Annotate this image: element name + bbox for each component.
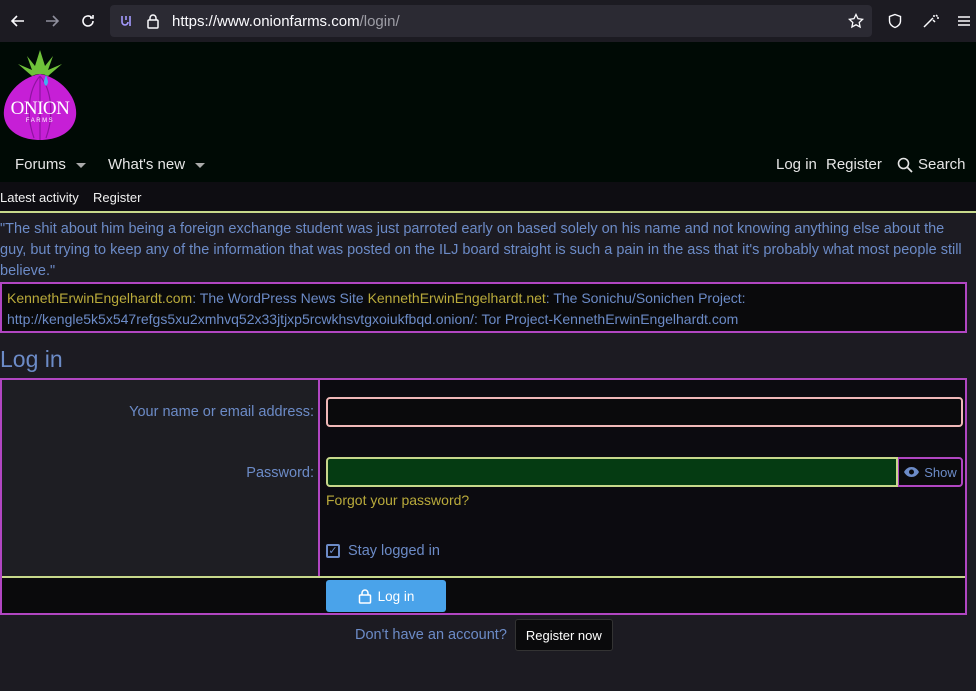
shield-icon bbox=[888, 13, 902, 29]
onion-logo-icon bbox=[3, 50, 77, 140]
logo-text-onion: ONION bbox=[10, 98, 70, 119]
main-navigation: Forums What's new Log in Register Search bbox=[0, 150, 976, 182]
sub-navigation: Latest activity Register bbox=[0, 182, 976, 213]
login-button[interactable]: Log in bbox=[326, 580, 446, 612]
magic-wand-icon bbox=[923, 14, 939, 28]
stay-logged-in[interactable]: ✓ Stay logged in bbox=[326, 543, 440, 559]
notice-link-net[interactable]: KennethErwinEngelhardt.net bbox=[368, 290, 546, 306]
register-prompt-text: Don't have an account? bbox=[355, 627, 507, 643]
form-label-column: Your name or email address: Password: bbox=[2, 380, 320, 576]
nav-forums[interactable]: Forums bbox=[15, 156, 86, 173]
forgot-password-link[interactable]: Forgot your password? bbox=[326, 492, 469, 508]
shield-button[interactable] bbox=[887, 0, 903, 42]
register-now-button[interactable]: Register now bbox=[514, 619, 613, 651]
menu-button[interactable] bbox=[957, 0, 971, 42]
chevron-down-icon[interactable] bbox=[195, 162, 206, 168]
login-form: Your name or email address: Password: Sh… bbox=[0, 378, 967, 615]
bookmark-star-icon[interactable] bbox=[848, 13, 864, 29]
nav-search-label: Search bbox=[918, 156, 966, 173]
forward-button[interactable] bbox=[34, 3, 70, 39]
show-password-button[interactable]: Show bbox=[898, 457, 963, 487]
url-text[interactable]: https://www.onionfarms.com/login/ bbox=[172, 13, 400, 30]
stay-logged-in-checkbox[interactable]: ✓ bbox=[326, 544, 340, 558]
address-bar[interactable]: https://www.onionfarms.com/login/ bbox=[110, 5, 872, 37]
search-icon bbox=[897, 157, 913, 173]
form-submit-row: Log in bbox=[2, 576, 965, 613]
nav-whats-new-label: What's new bbox=[108, 156, 186, 173]
notice-text: : The WordPress News Site bbox=[192, 290, 368, 306]
show-password-label: Show bbox=[924, 464, 957, 480]
back-button[interactable] bbox=[0, 3, 36, 39]
hamburger-menu-icon bbox=[958, 16, 970, 26]
logo-text-farms: FARMS bbox=[25, 118, 55, 124]
site-notice: KennethErwinEngelhardt.com: The WordPres… bbox=[0, 282, 967, 333]
site-header: ONION FARMS Forums What's new Log in Reg… bbox=[0, 42, 976, 182]
subnav-register[interactable]: Register bbox=[93, 190, 141, 205]
password-input[interactable] bbox=[326, 457, 898, 487]
login-button-label: Log in bbox=[377, 588, 415, 604]
username-input[interactable] bbox=[326, 397, 963, 427]
notice-text: : Tor Project-KennethErwinEngelhardt.com bbox=[473, 311, 739, 327]
header-quote: "The shit about him being a foreign exch… bbox=[0, 221, 962, 279]
nav-whats-new[interactable]: What's new bbox=[108, 156, 206, 173]
stay-logged-in-label: Stay logged in bbox=[348, 543, 440, 559]
name-label: Your name or email address: bbox=[129, 404, 314, 420]
reload-icon bbox=[82, 15, 94, 27]
nav-search[interactable]: Search bbox=[897, 156, 966, 173]
page-title: Log in bbox=[0, 346, 63, 372]
url-domain: https://www.onionfarms.com bbox=[172, 12, 360, 30]
nav-login-link[interactable]: Log in bbox=[776, 156, 817, 173]
notice-link-com[interactable]: KennethErwinEngelhardt.com bbox=[7, 290, 192, 306]
password-label: Password: bbox=[246, 465, 314, 481]
site-logo[interactable]: ONION FARMS bbox=[2, 46, 78, 142]
subnav-latest-activity[interactable]: Latest activity bbox=[0, 190, 79, 205]
back-arrow-icon bbox=[10, 15, 24, 27]
chevron-down-icon[interactable] bbox=[75, 162, 86, 168]
browser-toolbar: https://www.onionfarms.com/login/ bbox=[0, 0, 976, 42]
register-prompt: Don't have an account? Register now bbox=[355, 619, 613, 651]
lock-icon bbox=[358, 589, 371, 604]
nav-register-link[interactable]: Register bbox=[826, 156, 882, 173]
notice-link-onion[interactable]: http://kengle5k5x547refgs5xu2xmhvq52x33j… bbox=[7, 311, 474, 327]
notice-text: : The Sonichu/Sonichen Project: bbox=[545, 290, 746, 306]
extensions-button[interactable] bbox=[922, 0, 940, 42]
reload-button[interactable] bbox=[70, 3, 106, 39]
nav-forums-label: Forums bbox=[15, 156, 66, 173]
forward-arrow-icon bbox=[46, 15, 60, 27]
eye-icon bbox=[904, 467, 920, 477]
lock-icon[interactable] bbox=[146, 13, 160, 29]
url-path: /login/ bbox=[359, 12, 400, 30]
tracking-protection-icon[interactable] bbox=[118, 13, 134, 29]
